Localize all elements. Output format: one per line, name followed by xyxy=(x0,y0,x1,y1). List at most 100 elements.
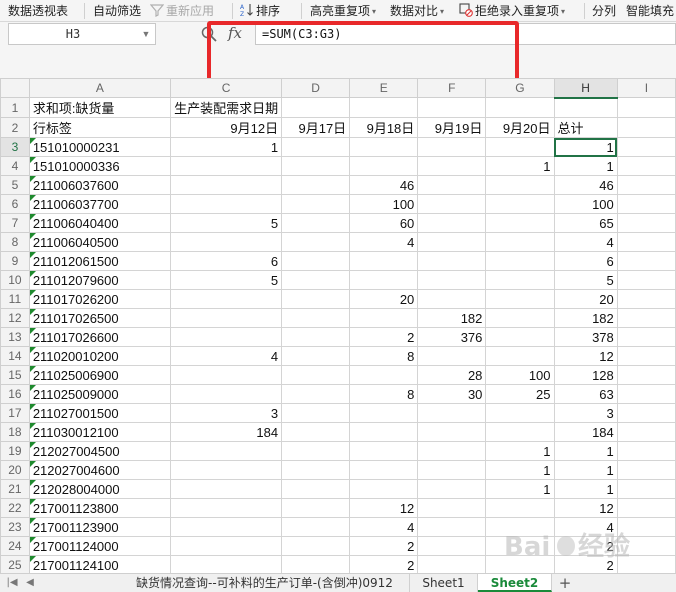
table-cell[interactable] xyxy=(616,384,676,404)
table-cell[interactable]: 12 xyxy=(349,498,419,518)
row-label-cell[interactable]: 211006037600 xyxy=(28,175,172,195)
total-cell[interactable]: 12 xyxy=(553,498,618,518)
total-cell[interactable]: 128 xyxy=(553,365,618,385)
grand-total-header[interactable]: 总计 xyxy=(553,117,618,138)
total-cell[interactable]: 1 xyxy=(553,441,618,461)
column-header-g[interactable]: G xyxy=(485,78,555,98)
total-cell[interactable]: 1 xyxy=(553,479,618,499)
table-cell[interactable] xyxy=(616,327,676,347)
table-cell[interactable]: 100 xyxy=(349,194,419,214)
table-cell[interactable]: 20 xyxy=(349,289,419,309)
total-cell[interactable]: 5 xyxy=(553,270,618,290)
row-label-cell[interactable]: 211012061500 xyxy=(28,251,172,271)
total-cell[interactable]: 184 xyxy=(553,422,618,442)
table-cell[interactable] xyxy=(170,194,283,214)
table-cell[interactable] xyxy=(281,365,351,385)
table-cell[interactable] xyxy=(485,403,555,423)
row-label-cell[interactable]: 151010000231 xyxy=(28,137,172,157)
table-cell[interactable] xyxy=(170,479,283,499)
row-label-cell[interactable]: 211025006900 xyxy=(28,365,172,385)
table-cell[interactable] xyxy=(417,213,487,233)
table-cell[interactable]: 182 xyxy=(417,308,487,328)
column-header-d[interactable]: D xyxy=(281,78,351,98)
table-cell[interactable] xyxy=(417,479,487,499)
pivot-value-field-label[interactable]: 求和项:缺货量 xyxy=(28,97,172,118)
pivot-row-labels-header[interactable]: 行标签 xyxy=(28,117,172,138)
table-cell[interactable] xyxy=(349,460,419,480)
table-cell[interactable] xyxy=(281,441,351,461)
date-column-header[interactable]: 9月12日 xyxy=(170,117,283,138)
column-header-e[interactable]: E xyxy=(349,78,419,98)
table-cell[interactable] xyxy=(417,270,487,290)
table-cell[interactable]: 2 xyxy=(349,327,419,347)
table-cell[interactable] xyxy=(281,289,351,309)
table-cell[interactable] xyxy=(349,403,419,423)
table-cell[interactable] xyxy=(417,555,487,573)
row-label-cell[interactable]: 211020010200 xyxy=(28,346,172,366)
row-header[interactable]: 18 xyxy=(0,422,30,442)
table-cell[interactable]: 1 xyxy=(485,156,555,176)
name-box[interactable]: H3 ▼ xyxy=(8,23,156,45)
table-cell[interactable] xyxy=(616,441,676,461)
table-cell[interactable] xyxy=(170,232,283,252)
table-cell[interactable] xyxy=(485,498,555,518)
row-header[interactable]: 12 xyxy=(0,308,30,328)
total-cell[interactable]: 4 xyxy=(553,232,618,252)
table-cell[interactable] xyxy=(616,156,676,176)
table-cell[interactable] xyxy=(349,422,419,442)
prev-sheet-icon[interactable]: ◀ xyxy=(22,575,38,591)
table-cell[interactable] xyxy=(170,156,283,176)
table-cell[interactable] xyxy=(417,498,487,518)
table-cell[interactable]: 8 xyxy=(349,346,419,366)
select-all-corner[interactable] xyxy=(0,78,30,98)
total-cell[interactable]: 1 xyxy=(553,460,618,480)
row-header[interactable]: 6 xyxy=(0,194,30,214)
pivot-column-field-label[interactable]: 生产装配需求日期 xyxy=(170,97,283,118)
table-cell[interactable]: 6 xyxy=(170,251,283,271)
table-cell[interactable] xyxy=(485,346,555,366)
column-header-f[interactable]: F xyxy=(417,78,487,98)
table-cell[interactable] xyxy=(417,194,487,214)
table-cell[interactable] xyxy=(170,384,283,404)
highlight-duplicates-button[interactable]: 高亮重复项 ▾ xyxy=(310,2,376,20)
table-cell[interactable] xyxy=(281,422,351,442)
table-cell[interactable] xyxy=(281,308,351,328)
total-cell[interactable]: 46 xyxy=(553,175,618,195)
table-cell[interactable] xyxy=(417,517,487,537)
date-column-header[interactable]: 9月19日 xyxy=(417,117,487,138)
table-cell[interactable] xyxy=(349,251,419,271)
row-header[interactable]: 5 xyxy=(0,175,30,195)
row-label-cell[interactable]: 212027004600 xyxy=(28,460,172,480)
table-cell[interactable]: 60 xyxy=(349,213,419,233)
total-cell[interactable]: 12 xyxy=(553,346,618,366)
table-cell[interactable]: 28 xyxy=(417,365,487,385)
table-cell[interactable]: 5 xyxy=(170,213,283,233)
row-label-cell[interactable]: 211006040400 xyxy=(28,213,172,233)
row-label-cell[interactable]: 211012079600 xyxy=(28,270,172,290)
row-header[interactable]: 13 xyxy=(0,327,30,347)
table-cell[interactable] xyxy=(485,327,555,347)
row-header[interactable]: 2 xyxy=(0,117,30,138)
table-cell[interactable]: 2 xyxy=(349,536,419,556)
row-header[interactable]: 4 xyxy=(0,156,30,176)
table-cell[interactable] xyxy=(485,137,555,157)
total-cell[interactable]: 1 xyxy=(553,156,618,176)
row-header[interactable]: 21 xyxy=(0,479,30,499)
table-cell[interactable] xyxy=(485,194,555,214)
table-cell[interactable] xyxy=(485,97,555,118)
row-label-cell[interactable]: 217001124100 xyxy=(28,555,172,573)
table-cell[interactable]: 30 xyxy=(417,384,487,404)
table-cell[interactable] xyxy=(485,289,555,309)
row-label-cell[interactable]: 211006040500 xyxy=(28,232,172,252)
table-cell[interactable] xyxy=(281,555,351,573)
row-header[interactable]: 19 xyxy=(0,441,30,461)
sheet-tab-sheet2[interactable]: Sheet2 xyxy=(478,574,552,592)
table-cell[interactable] xyxy=(170,555,283,573)
table-cell[interactable] xyxy=(170,498,283,518)
table-cell[interactable] xyxy=(616,232,676,252)
table-cell[interactable] xyxy=(417,251,487,271)
smart-fill-button[interactable]: 智能填充 xyxy=(626,2,674,20)
table-cell[interactable] xyxy=(417,536,487,556)
row-label-cell[interactable]: 211006037700 xyxy=(28,194,172,214)
table-cell[interactable] xyxy=(616,422,676,442)
